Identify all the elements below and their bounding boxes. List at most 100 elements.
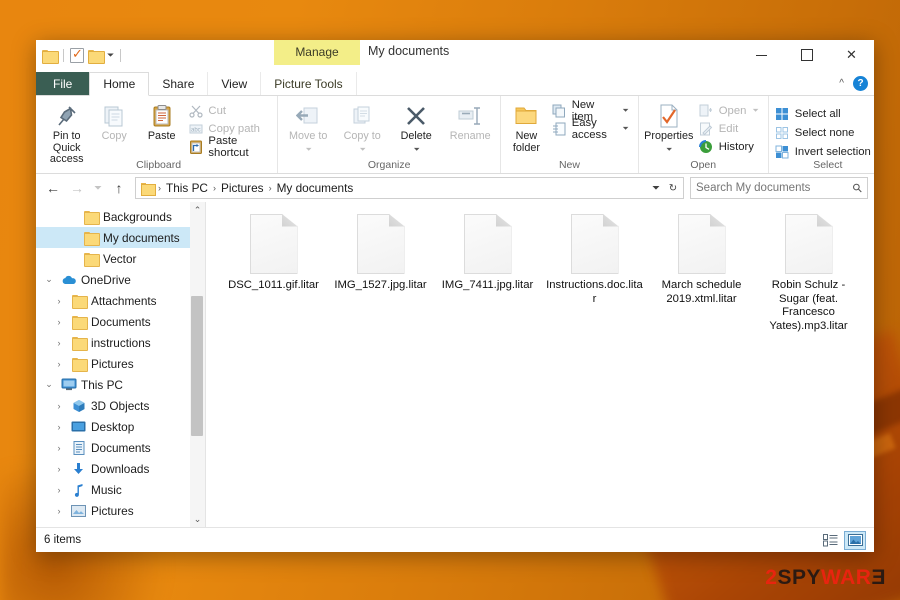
folder-icon: [70, 336, 88, 351]
properties-icon[interactable]: [70, 46, 84, 63]
up-button[interactable]: ↑: [108, 177, 130, 199]
tab-file[interactable]: File: [36, 72, 90, 95]
expander[interactable]: ›: [52, 401, 66, 411]
properties-label: Properties: [644, 130, 694, 142]
chevron-down-icon[interactable]: ⏷: [752, 106, 758, 116]
expander[interactable]: ›: [52, 506, 66, 516]
breadcrumb-item-my-documents[interactable]: My documents: [274, 181, 357, 195]
copy-to-button[interactable]: Copy to ⏷: [336, 99, 388, 155]
chevron-down-icon[interactable]: ⏷: [622, 124, 628, 134]
details-view-button[interactable]: [819, 531, 841, 550]
sidebar-item-backgrounds[interactable]: Backgrounds: [36, 206, 205, 227]
expander[interactable]: ⌄: [42, 274, 56, 285]
move-to-button[interactable]: Move to ⏷: [282, 99, 334, 155]
chevron-up-icon[interactable]: ^: [839, 78, 844, 89]
rename-button[interactable]: Rename: [444, 99, 496, 143]
chevron-down-icon[interactable]: ⏷: [359, 145, 365, 155]
large-icons-view-button[interactable]: [844, 530, 866, 550]
copy-path-icon: abc: [188, 121, 203, 136]
scroll-up-button[interactable]: ⌃: [194, 202, 202, 218]
sidebar-item-instructions[interactable]: › instructions: [36, 332, 205, 353]
delete-button[interactable]: Delete ⏷: [390, 99, 442, 155]
expander[interactable]: ›: [52, 464, 66, 474]
maximize-button[interactable]: [784, 40, 829, 70]
chevron-down-icon[interactable]: ⏷: [413, 145, 419, 155]
history-button[interactable]: History: [697, 138, 764, 155]
sidebar-item-label: instructions: [91, 335, 151, 350]
tab-share[interactable]: Share: [149, 72, 209, 95]
sidebar-item-documents-onedrive[interactable]: › Documents: [36, 311, 205, 332]
sidebar-item-vector[interactable]: Vector: [36, 248, 205, 269]
sidebar-item-attachments[interactable]: › Attachments: [36, 290, 205, 311]
file-item[interactable]: March schedule 2019.xtml.litar: [648, 210, 755, 339]
sidebar-item-3d-objects[interactable]: › 3D Objects: [36, 395, 205, 416]
expander[interactable]: ›: [52, 485, 66, 495]
properties-button[interactable]: Properties ⏷: [643, 99, 695, 155]
forward-button[interactable]: →: [66, 177, 88, 199]
sidebar-item-documents[interactable]: › Documents: [36, 437, 205, 458]
tab-view[interactable]: View: [208, 72, 262, 95]
sidebar-item-onedrive[interactable]: ⌄ OneDrive: [36, 269, 205, 290]
select-all-icon: [775, 106, 790, 121]
customize-quick-access-caret[interactable]: ⏷: [107, 50, 114, 60]
sidebar-item-this-pc[interactable]: ⌄ This PC: [36, 374, 205, 395]
edit-button[interactable]: Edit: [697, 120, 764, 137]
navigation-scrollbar[interactable]: ⌃ ⌄: [190, 202, 205, 527]
chevron-down-icon[interactable]: ⏷: [666, 145, 672, 155]
expander[interactable]: ›: [52, 296, 66, 306]
search-input[interactable]: Search My documents ⚲: [690, 177, 868, 199]
file-item[interactable]: IMG_7411.jpg.litar: [434, 210, 541, 339]
expander[interactable]: ›: [52, 443, 66, 453]
invert-selection-button[interactable]: Invert selection: [773, 143, 874, 160]
breadcrumb-item-pictures[interactable]: Pictures: [218, 181, 267, 195]
move-to-icon: [296, 103, 320, 129]
refresh-icon[interactable]: ↻: [665, 177, 681, 199]
cut-button[interactable]: Cut: [186, 102, 273, 119]
chevron-down-icon[interactable]: ⏷: [622, 106, 628, 116]
scrollbar-track[interactable]: [190, 218, 205, 511]
back-button[interactable]: ←: [42, 177, 64, 199]
file-item[interactable]: IMG_1527.jpg.litar: [327, 210, 434, 339]
help-icon[interactable]: ?: [853, 76, 868, 91]
expander[interactable]: ›: [52, 317, 66, 327]
sidebar-item-my-documents[interactable]: My documents: [36, 227, 205, 248]
recent-locations-button[interactable]: ⏷: [90, 177, 106, 199]
minimize-button[interactable]: [739, 40, 784, 70]
select-all-button[interactable]: Select all: [773, 105, 874, 122]
scroll-down-button[interactable]: ⌄: [194, 511, 202, 527]
sidebar-item-pictures[interactable]: › Pictures: [36, 500, 205, 521]
sidebar-item-desktop[interactable]: › Desktop: [36, 416, 205, 437]
open-button[interactable]: Open ⏷: [697, 102, 764, 119]
chevron-down-icon[interactable]: ⏷: [305, 145, 311, 155]
pin-to-quick-access-button[interactable]: Pin to Quick access: [44, 99, 89, 166]
file-item[interactable]: Robin Schulz - Sugar (feat. Francesco Ya…: [755, 210, 862, 339]
folder-icon[interactable]: [42, 49, 59, 64]
tab-picture-tools[interactable]: Picture Tools: [261, 72, 357, 95]
paste-shortcut-button[interactable]: Paste shortcut: [186, 135, 273, 159]
expander[interactable]: ⌄: [42, 379, 56, 390]
breadcrumb[interactable]: › This PC › Pictures › My documents ⏷ ↻: [135, 177, 684, 199]
new-folder-icon[interactable]: [88, 49, 105, 64]
tab-home[interactable]: Home: [89, 72, 150, 96]
file-item[interactable]: Instructions.doc.litar: [541, 210, 648, 339]
expander[interactable]: ›: [52, 338, 66, 348]
paste-button[interactable]: Paste: [139, 99, 184, 143]
close-button[interactable]: [829, 40, 874, 70]
scrollbar-thumb[interactable]: [191, 296, 203, 436]
sidebar-item-music[interactable]: › Music: [36, 479, 205, 500]
easy-access-button[interactable]: Easy access ⏷: [550, 117, 634, 141]
expander[interactable]: ›: [52, 422, 66, 432]
folder-icon: [141, 182, 156, 196]
expander[interactable]: ›: [52, 359, 66, 369]
sidebar-item-pictures-onedrive[interactable]: › Pictures: [36, 353, 205, 374]
scissors-icon: [188, 103, 203, 118]
file-list-pane[interactable]: DSC_1011.gif.litar IMG_1527.jpg.litar IM…: [206, 202, 874, 527]
contextual-tab-group-label[interactable]: Manage: [274, 40, 360, 65]
breadcrumb-item-this-pc[interactable]: This PC: [163, 181, 211, 195]
sidebar-item-downloads[interactable]: › Downloads: [36, 458, 205, 479]
copy-button[interactable]: Copy: [91, 99, 136, 143]
select-none-button[interactable]: Select none: [773, 124, 874, 141]
file-item[interactable]: DSC_1011.gif.litar: [220, 210, 327, 339]
chevron-down-icon[interactable]: ⏷: [648, 177, 664, 199]
new-folder-button[interactable]: New folder: [505, 99, 548, 154]
